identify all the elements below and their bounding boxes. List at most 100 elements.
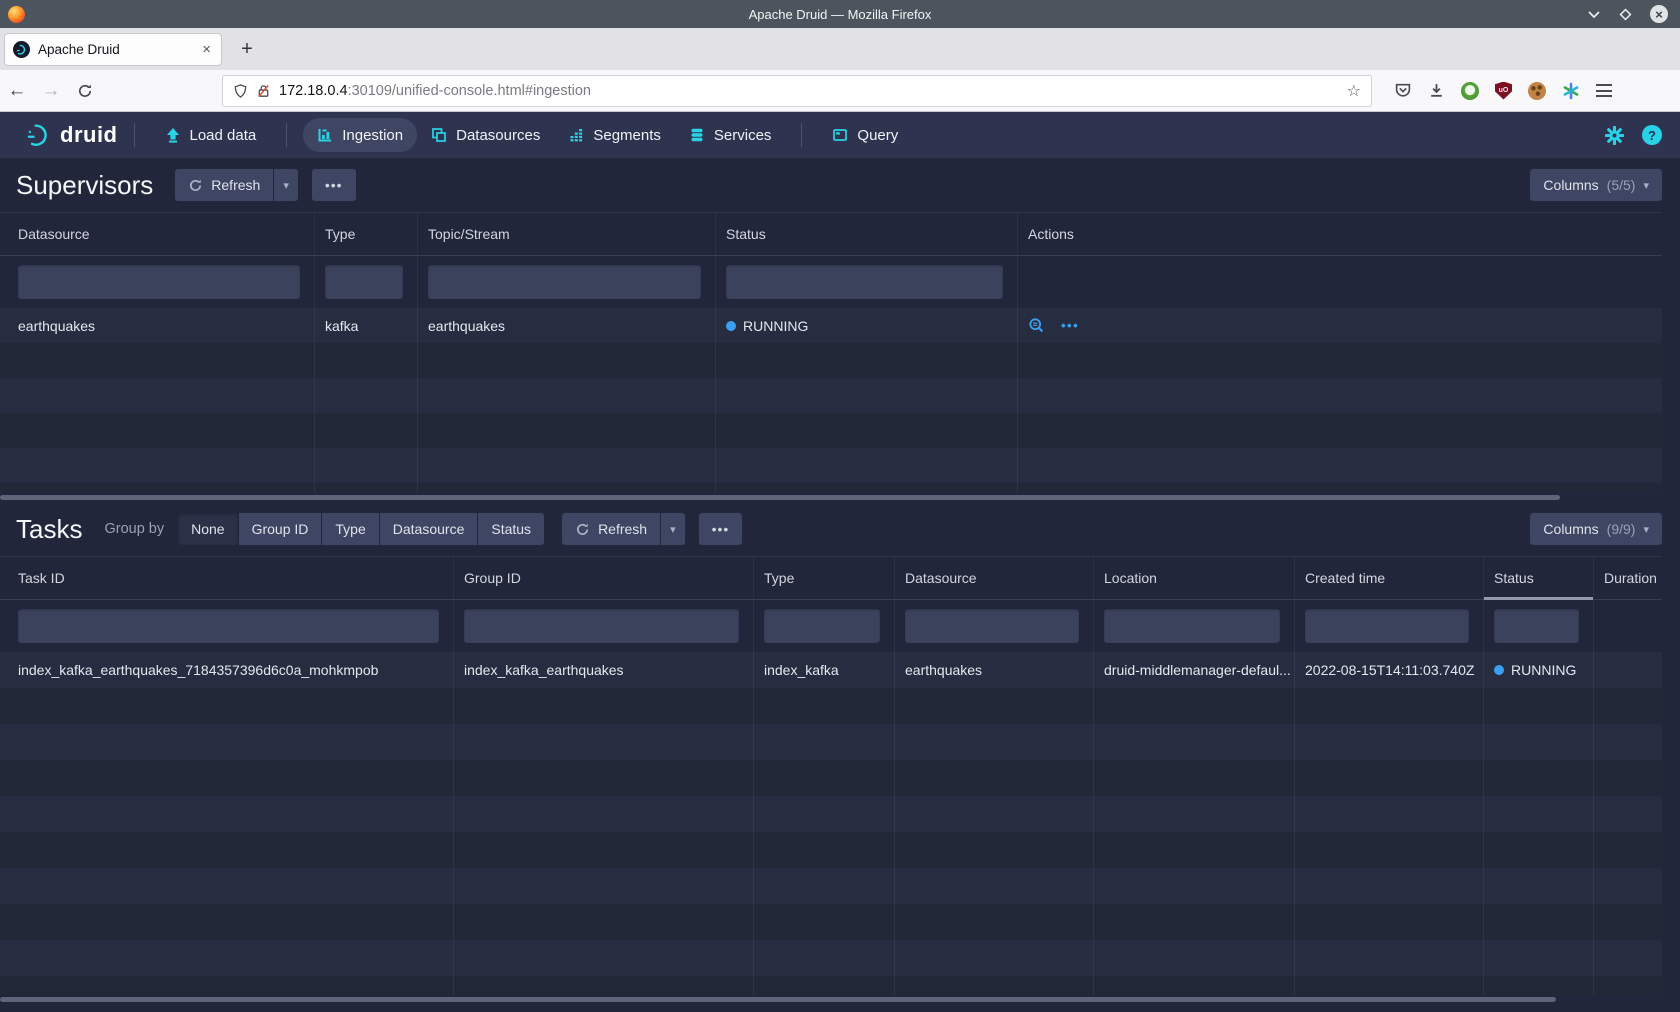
datasource-filter-input[interactable] [18,265,300,299]
firefox-icon [8,6,25,23]
new-tab-button[interactable]: + [232,34,262,64]
nav-datasources[interactable]: Datasources [417,118,554,152]
type-filter-input[interactable] [764,609,880,643]
nav-ingestion[interactable]: Ingestion [303,118,417,152]
supervisor-actions-cell: ••• [1018,308,1662,343]
back-icon[interactable]: ← [0,80,34,102]
status-filter-input[interactable] [726,265,1003,299]
tab-close-icon[interactable]: × [200,41,213,58]
nav-label: Services [714,127,772,144]
supervisor-datasource-cell: earthquakes [0,308,315,343]
group-by-none-button[interactable]: None [178,513,237,545]
column-header-group-id[interactable]: Group ID [454,557,754,599]
table-row [0,343,1662,378]
nav-query[interactable]: Query [818,118,912,152]
column-header-task-id[interactable]: Task ID [0,557,454,599]
group-by-status-button[interactable]: Status [478,513,544,545]
ublock-origin-icon[interactable]: uO [1495,82,1512,100]
table-row [0,904,1662,940]
asterisk-extension-icon[interactable] [1562,82,1580,100]
supervisors-refresh-caret-button[interactable]: ▾ [274,169,298,201]
datasource-filter-input[interactable] [905,609,1079,643]
table-row [0,832,1662,868]
supervisors-more-button[interactable]: ••• [312,169,356,201]
row-more-actions-icon[interactable]: ••• [1061,318,1079,333]
columns-count: (9/9) [1607,521,1636,537]
column-header-type[interactable]: Type [315,213,418,255]
tasks-refresh-caret-button[interactable]: ▾ [661,513,685,545]
maximize-button[interactable] [1619,8,1632,21]
extension-icon[interactable] [1461,82,1479,100]
settings-gear-icon[interactable] [1605,126,1624,145]
tasks-table: Task ID Group ID Type Datasource Locatio… [0,556,1680,1004]
menu-icon[interactable] [1596,84,1612,97]
refresh-icon [188,178,203,193]
column-header-datasource[interactable]: Datasource [0,213,315,255]
bookmark-star-icon[interactable]: ☆ [1347,81,1361,101]
nav-services[interactable]: Services [675,118,786,152]
task-location-cell: druid-middlemanager-defaul... [1094,652,1295,688]
column-header-datasource[interactable]: Datasource [895,557,1094,599]
columns-label: Columns [1543,521,1598,537]
columns-label: Columns [1543,177,1598,193]
group-by-group-id-button[interactable]: Group ID [239,513,322,545]
scrollbar-thumb[interactable] [0,495,1560,500]
table-row [0,483,1662,493]
nav-load-data[interactable]: Load data [151,118,271,152]
supervisor-type-cell: kafka [315,308,418,343]
task-id-filter-input[interactable] [18,609,439,643]
table-row [0,724,1662,760]
column-header-status-sorted[interactable]: Status [1484,557,1594,599]
insecure-lock-icon[interactable] [256,83,271,99]
browser-titlebar: Apache Druid — Mozilla Firefox × [0,0,1680,28]
tasks-more-button[interactable]: ••• [699,513,743,545]
druid-logo[interactable]: druid [26,122,118,148]
supervisors-columns-button[interactable]: Columns (5/5) ▾ [1530,169,1662,201]
brand-name: druid [60,122,118,148]
task-duration-cell [1594,652,1662,688]
location-filter-input[interactable] [1104,609,1280,643]
running-status-dot [726,321,736,331]
type-filter-input[interactable] [325,265,403,299]
help-icon[interactable]: ? [1642,125,1662,145]
pocket-icon[interactable] [1394,82,1412,99]
tasks-refresh-button[interactable]: Refresh [562,513,660,545]
group-by-datasource-button[interactable]: Datasource [380,513,478,545]
table-row [0,796,1662,832]
column-header-topic-stream[interactable]: Topic/Stream [418,213,716,255]
reload-icon[interactable] [68,83,102,99]
group-id-filter-input[interactable] [464,609,739,643]
table-row [0,688,1662,724]
scrollbar-thumb[interactable] [0,997,1556,1002]
topic-stream-filter-input[interactable] [428,265,701,299]
minimize-button[interactable] [1587,10,1601,19]
cookie-extension-icon[interactable] [1528,82,1546,100]
nav-label: Segments [593,127,661,144]
group-by-type-button[interactable]: Type [322,513,378,545]
nav-label: Query [857,127,898,144]
nav-segments[interactable]: Segments [554,118,675,152]
tasks-columns-button[interactable]: Columns (9/9) ▾ [1530,513,1662,545]
browser-tab[interactable]: Apache Druid × [4,33,222,66]
created-time-filter-input[interactable] [1305,609,1469,643]
close-button[interactable]: × [1650,5,1668,23]
group-by-label: Group by [104,521,164,537]
column-header-duration[interactable]: Duration [1594,557,1662,599]
status-filter-input[interactable] [1494,609,1579,643]
column-header-type[interactable]: Type [754,557,895,599]
console-content: Supervisors Refresh ▾ ••• Columns (5/5) … [0,158,1680,1012]
downloads-icon[interactable] [1428,82,1445,99]
running-status-dot [1494,665,1504,675]
url-text[interactable]: 172.18.0.4:30109/unified-console.html#in… [279,83,1339,99]
column-header-status[interactable]: Status [716,213,1018,255]
shield-icon[interactable] [233,83,248,99]
supervisors-refresh-button[interactable]: Refresh [175,169,273,201]
tasks-horizontal-scrollbar [0,995,1662,1004]
nav-label: Load data [190,127,257,144]
forward-icon: → [34,80,68,102]
druid-navbar: druid Load data Ingestion Datasources Se… [0,112,1680,158]
url-bar[interactable]: 172.18.0.4:30109/unified-console.html#in… [222,75,1372,107]
column-header-created-time[interactable]: Created time [1295,557,1484,599]
magnifier-detail-icon[interactable] [1028,317,1045,334]
column-header-location[interactable]: Location [1094,557,1295,599]
